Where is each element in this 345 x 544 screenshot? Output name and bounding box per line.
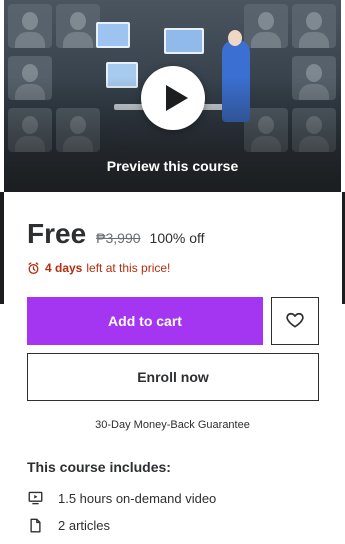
current-price: Free: [27, 218, 87, 249]
discount-percent: 100% off: [149, 230, 205, 246]
price-block: Free ₱3,990 100% off: [27, 218, 205, 250]
add-to-cart-button[interactable]: Add to cart: [27, 297, 263, 345]
deadline-days: 4 days: [45, 261, 83, 275]
list-item: 1.5 hours on-demand video: [27, 490, 216, 506]
include-label: 1.5 hours on-demand video: [58, 490, 217, 506]
alarm-clock-icon: [27, 261, 40, 275]
deadline-text: left at this price!: [86, 261, 171, 275]
heart-icon: [285, 310, 305, 333]
includes-heading: This course includes:: [27, 459, 171, 475]
purchase-card: Preview this course Free ₱3,990 100% off…: [4, 0, 341, 544]
list-item: 2 articles: [27, 517, 110, 533]
play-icon[interactable]: [141, 66, 205, 130]
price-deadline: 4 days left at this price!: [27, 261, 170, 275]
original-price: ₱3,990: [96, 230, 141, 246]
wishlist-button[interactable]: [271, 297, 319, 345]
enroll-now-button[interactable]: Enroll now: [27, 353, 319, 401]
video-icon: [27, 490, 43, 506]
preview-label[interactable]: Preview this course: [4, 158, 341, 174]
money-back-guarantee: 30-Day Money-Back Guarantee: [95, 419, 250, 431]
include-label: 2 articles: [58, 517, 111, 533]
course-preview[interactable]: Preview this course: [4, 0, 341, 192]
file-icon: [27, 517, 43, 533]
